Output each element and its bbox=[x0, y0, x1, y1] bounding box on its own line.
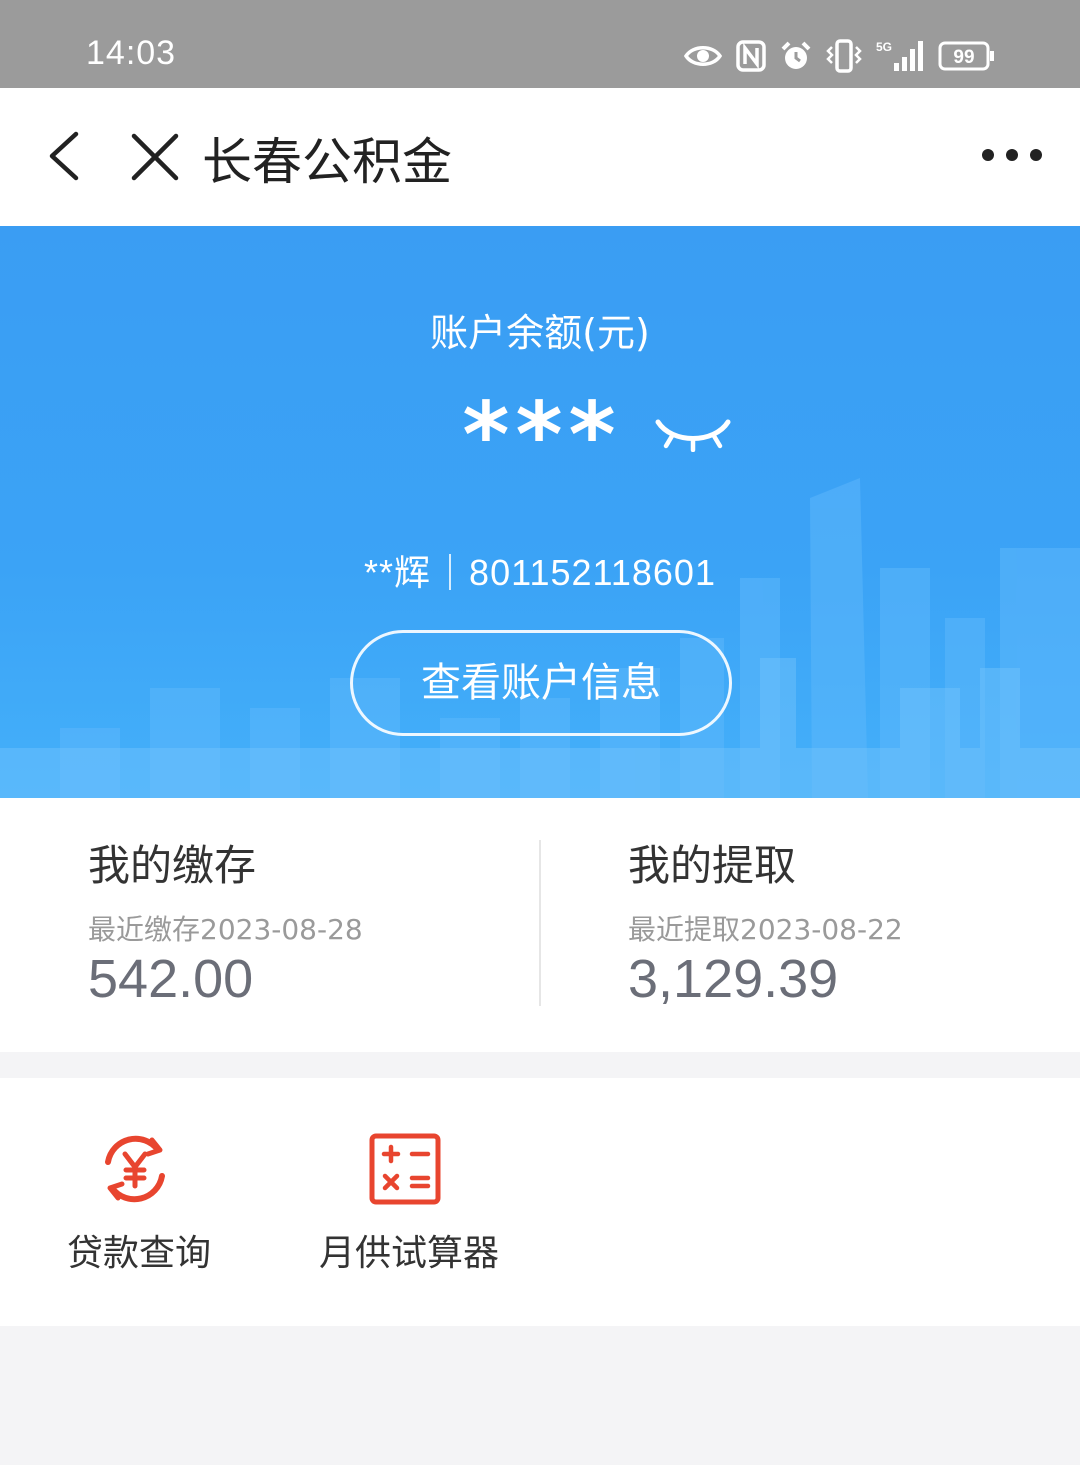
city-skyline-illustration bbox=[0, 478, 1080, 798]
balance-label: 账户余额(元) bbox=[430, 311, 650, 355]
nav-bar: 长春公积金 bbox=[0, 88, 1080, 226]
monthly-payment-calculator-button[interactable]: 月供试算器 bbox=[304, 1132, 504, 1282]
balance-row: *** bbox=[0, 386, 1080, 476]
status-time: 14:03 bbox=[86, 34, 177, 72]
close-icon[interactable] bbox=[126, 128, 184, 186]
vibrate-icon bbox=[826, 39, 862, 73]
account-info: **辉 801152118601 bbox=[0, 544, 1080, 596]
withdraw-amount: 3,129.39 bbox=[628, 949, 839, 1009]
signal-icon: 5G bbox=[876, 40, 923, 71]
deposit-title: 我的缴存 bbox=[88, 841, 257, 890]
view-account-info-button[interactable]: 查看账户信息 bbox=[350, 630, 732, 736]
monthly-payment-calculator-label: 月供试算器 bbox=[318, 1233, 499, 1274]
calculator-icon bbox=[369, 1133, 441, 1205]
account-number: 801152118601 bbox=[469, 552, 716, 593]
more-icon[interactable] bbox=[980, 140, 1044, 170]
alarm-icon bbox=[781, 41, 811, 69]
deposit-latest-date: 最近缴存2023-08-28 bbox=[88, 913, 363, 946]
deposit-amount: 542.00 bbox=[88, 949, 254, 1009]
account-name: **辉 bbox=[364, 552, 432, 593]
status-bar: 14:03 5G 99 bbox=[0, 0, 1080, 88]
masked-balance-text: *** bbox=[462, 392, 621, 472]
withdraw-title: 我的提取 bbox=[628, 841, 797, 890]
loan-query-button[interactable]: 贷款查询 bbox=[34, 1132, 234, 1282]
eye-closed-icon[interactable] bbox=[652, 416, 734, 452]
chevron-left-icon[interactable] bbox=[40, 126, 90, 186]
summary-panel: 我的缴存 最近缴存2023-08-28 542.00 我的提取 最近提取2023… bbox=[0, 798, 1080, 1052]
nfc-icon bbox=[736, 40, 766, 72]
services-grid: 贷款查询 月供试算器 bbox=[0, 1078, 1080, 1326]
deposit-summary[interactable]: 我的缴存 最近缴存2023-08-28 542.00 bbox=[88, 798, 528, 1052]
account-separator bbox=[449, 554, 452, 590]
withdraw-latest-date: 最近提取2023-08-22 bbox=[628, 913, 903, 946]
summary-divider bbox=[539, 840, 541, 1006]
battery-icon: 99 bbox=[938, 41, 994, 71]
svg-text:5G: 5G bbox=[876, 40, 892, 54]
yuan-exchange-icon bbox=[105, 1135, 165, 1203]
battery-level: 99 bbox=[953, 47, 974, 68]
loan-query-label: 贷款查询 bbox=[66, 1233, 211, 1274]
balance-card: 账户余额(元) *** **辉 801152118601 查看账户信息 bbox=[0, 226, 1080, 798]
status-icons: 5G 99 bbox=[684, 34, 996, 78]
page-title: 长春公积金 bbox=[202, 133, 452, 191]
withdraw-summary[interactable]: 我的提取 最近提取2023-08-22 3,129.39 bbox=[628, 798, 1068, 1052]
masked-balance: *** bbox=[462, 392, 621, 472]
eye-icon bbox=[684, 46, 722, 66]
